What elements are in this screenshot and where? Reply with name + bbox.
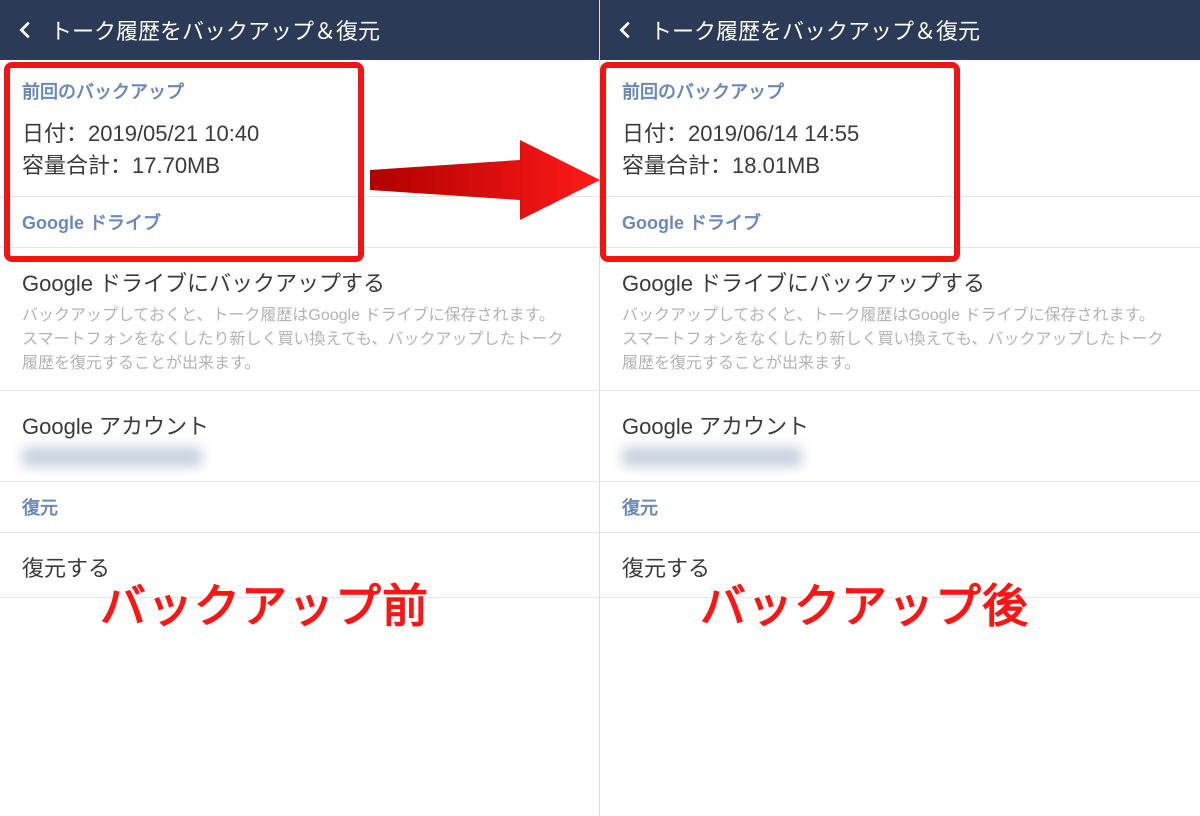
- restore-label: 復元: [622, 494, 1178, 520]
- google-drive-label: Google ドライブ: [622, 209, 1178, 235]
- backup-date: 日付：2019/06/14 14:55: [622, 118, 1178, 150]
- google-account-section[interactable]: Google アカウント: [600, 391, 1200, 482]
- backup-size: 容量合計：18.01MB: [622, 150, 1178, 182]
- header-title: トーク履歴をバックアップ＆復元: [50, 14, 380, 46]
- header-bar: トーク履歴をバックアップ＆復元: [0, 0, 599, 60]
- backup-desc-1: バックアップしておくと、トーク履歴はGoogle ドライブに保存されます。: [22, 304, 577, 328]
- header-bar: トーク履歴をバックアップ＆復元: [600, 0, 1200, 60]
- google-drive-label-section: Google ドライブ: [600, 197, 1200, 248]
- google-account-section[interactable]: Google アカウント: [0, 391, 599, 482]
- backup-date: 日付：2019/05/21 10:40: [22, 118, 577, 150]
- screen-after: トーク履歴をバックアップ＆復元 前回のバックアップ 日付：2019/06/14 …: [600, 0, 1200, 816]
- back-icon[interactable]: [12, 16, 40, 44]
- backup-desc-1: バックアップしておくと、トーク履歴はGoogle ドライブに保存されます。: [622, 304, 1178, 328]
- google-drive-label: Google ドライブ: [22, 209, 577, 235]
- backup-action-title: Google ドライブにバックアップする: [22, 266, 577, 298]
- backup-action-section[interactable]: Google ドライブにバックアップする バックアップしておくと、トーク履歴はG…: [600, 248, 1200, 391]
- google-account-value-blurred: [22, 447, 202, 467]
- restore-label: 復元: [22, 494, 577, 520]
- backup-desc-2: スマートフォンをなくしたり新しく買い換えても、バックアップしたトーク履歴を復元す…: [22, 328, 577, 376]
- google-account-label: Google アカウント: [622, 409, 1178, 441]
- last-backup-section: 前回のバックアップ 日付：2019/05/21 10:40 容量合計：17.70…: [0, 60, 599, 197]
- backup-desc-2: スマートフォンをなくしたり新しく買い換えても、バックアップしたトーク履歴を復元す…: [622, 328, 1178, 376]
- screen-before: トーク履歴をバックアップ＆復元 前回のバックアップ 日付：2019/05/21 …: [0, 0, 600, 816]
- restore-action: 復元する: [622, 551, 1178, 583]
- backup-action-section[interactable]: Google ドライブにバックアップする バックアップしておくと、トーク履歴はG…: [0, 248, 599, 391]
- restore-label-section: 復元: [0, 482, 599, 533]
- last-backup-label: 前回のバックアップ: [622, 78, 1178, 104]
- backup-size: 容量合計：17.70MB: [22, 150, 577, 182]
- header-title: トーク履歴をバックアップ＆復元: [650, 14, 980, 46]
- google-drive-label-section: Google ドライブ: [0, 197, 599, 248]
- restore-action-section[interactable]: 復元する: [600, 533, 1200, 598]
- backup-action-title: Google ドライブにバックアップする: [622, 266, 1178, 298]
- back-icon[interactable]: [612, 16, 640, 44]
- last-backup-section: 前回のバックアップ 日付：2019/06/14 14:55 容量合計：18.01…: [600, 60, 1200, 197]
- restore-action-section[interactable]: 復元する: [0, 533, 599, 598]
- restore-label-section: 復元: [600, 482, 1200, 533]
- google-account-value-blurred: [622, 447, 802, 467]
- restore-action: 復元する: [22, 551, 577, 583]
- google-account-label: Google アカウント: [22, 409, 577, 441]
- last-backup-label: 前回のバックアップ: [22, 78, 577, 104]
